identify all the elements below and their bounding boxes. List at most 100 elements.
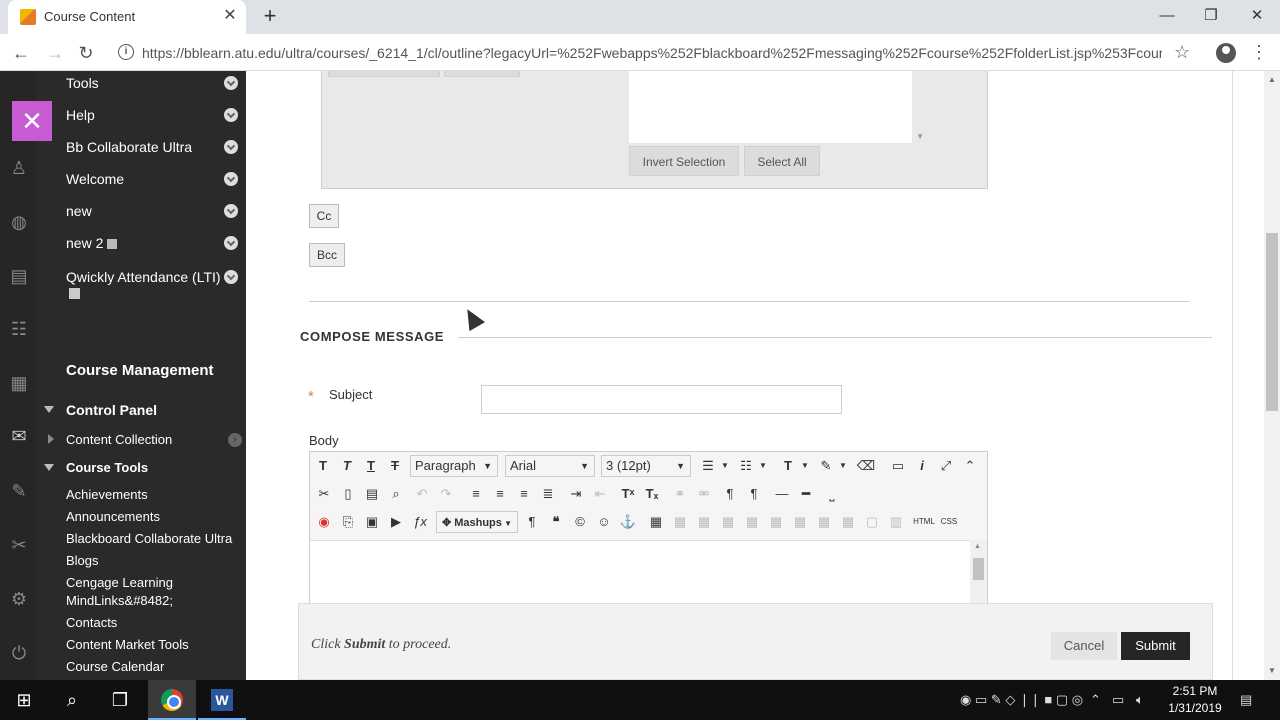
font-size-select[interactable]: 3 (12pt) ▼ [601, 455, 691, 477]
visible-check-icon[interactable] [224, 204, 238, 218]
editor-scroll-thumb[interactable] [973, 558, 984, 580]
bcc-button[interactable]: Bcc [309, 243, 345, 267]
strikethrough-icon[interactable]: T [386, 455, 404, 477]
content-collection-link[interactable]: Content Collection [66, 432, 172, 447]
copyright-icon[interactable]: © [570, 511, 590, 533]
subject-input[interactable] [481, 385, 842, 414]
insert-col-before-icon[interactable]: ▦ [790, 511, 810, 533]
menu-item-new[interactable]: new [66, 203, 92, 219]
profile-avatar-icon[interactable] [1216, 43, 1236, 63]
recording-toolbar-icon[interactable]: ◉ ▭ ✎ ◇ ❘❘ ■ ▢ ◎ [960, 692, 1083, 708]
blockquote-icon[interactable]: ❝ [546, 511, 566, 533]
close-course-icon[interactable]: ✕ [12, 101, 52, 141]
site-info-icon[interactable]: i [118, 44, 134, 60]
editor-scrollbar[interactable]: ▲ [970, 540, 987, 612]
menu-item-qwickly-attendance[interactable]: Qwickly Attendance (LTI) [66, 269, 221, 285]
chevron-down-icon[interactable]: ▼ [720, 455, 730, 477]
page-scroll-thumb[interactable] [1266, 233, 1278, 411]
new-tab-icon[interactable]: + [258, 4, 282, 28]
tool-cengage-mindlinks[interactable]: MindLinks&#8482; [66, 593, 173, 608]
align-left-icon[interactable]: ≡ [466, 483, 486, 505]
tool-achievements[interactable]: Achievements [66, 487, 148, 502]
table-cell-props-icon[interactable]: ▦ [694, 511, 714, 533]
menu-item-welcome[interactable]: Welcome [66, 171, 124, 187]
course-tools-expand-icon[interactable] [44, 464, 54, 471]
chevron-down-icon[interactable]: ▼ [800, 455, 810, 477]
course-tools-heading[interactable]: Course Tools [66, 460, 148, 475]
menu-item-tools[interactable]: Tools [66, 75, 99, 91]
globe-icon[interactable]: ◍ [9, 212, 29, 232]
fullscreen-icon[interactable]: ⤢ [936, 455, 956, 477]
ltr-icon[interactable]: ¶ [720, 483, 740, 505]
visible-check-icon[interactable] [224, 76, 238, 90]
underline-icon[interactable]: T [362, 455, 380, 477]
bullet-list-icon[interactable]: ☰ [698, 455, 718, 477]
align-right-icon[interactable]: ≡ [514, 483, 534, 505]
bookmark-star-icon[interactable]: ☆ [1174, 42, 1190, 63]
menu-item-bb-collaborate-ultra[interactable]: Bb Collaborate Ultra [66, 139, 192, 155]
visible-check-icon[interactable] [224, 236, 238, 250]
info-icon[interactable]: i [912, 455, 932, 477]
paste-icon[interactable]: ▤ [362, 483, 382, 505]
math-formula-icon[interactable]: ƒx [410, 511, 430, 533]
anchor-icon[interactable]: ⚓ [618, 511, 638, 533]
tool-blogs[interactable]: Blogs [66, 553, 99, 568]
rtl-icon[interactable]: ¶ [744, 483, 764, 505]
courses-icon[interactable]: ▤ [9, 266, 29, 286]
content-collection-expand-icon[interactable] [48, 434, 54, 444]
recipient-button-partial[interactable] [328, 71, 440, 77]
menu-item-help[interactable]: Help [66, 107, 95, 123]
insert-col-after-icon[interactable]: ▦ [814, 511, 834, 533]
chrome-taskbar-icon[interactable] [148, 680, 196, 720]
record-icon[interactable]: ◉ [314, 511, 334, 533]
go-arrow-icon[interactable]: › [228, 433, 242, 447]
windows-start-icon[interactable]: ⊞ [12, 688, 36, 712]
notifications-icon[interactable]: ▤ [1240, 692, 1252, 708]
copy-icon[interactable]: ▯ [338, 483, 358, 505]
calendar-icon[interactable]: ▦ [9, 373, 29, 393]
split-cells-icon[interactable]: ▢ [862, 511, 882, 533]
visible-check-icon[interactable] [224, 108, 238, 122]
cut-icon[interactable]: ✂ [314, 483, 334, 505]
text-color-icon[interactable]: T [778, 455, 798, 477]
network-icon[interactable]: ▭ [1112, 692, 1124, 708]
cancel-button[interactable]: Cancel [1051, 632, 1117, 660]
paragraph-mark-icon[interactable]: ¶ [522, 511, 542, 533]
tool-blackboard-collaborate-ultra[interactable]: Blackboard Collaborate Ultra [66, 531, 232, 546]
superscript-icon[interactable]: Tˣ [618, 483, 638, 505]
table-row-props-icon[interactable]: ▦ [670, 511, 690, 533]
insert-image-icon[interactable]: ▣ [362, 511, 382, 533]
clock-time[interactable]: 2:51 PM [1160, 684, 1230, 698]
visible-check-icon[interactable] [224, 172, 238, 186]
tab-close-icon[interactable]: ✕ [220, 6, 240, 26]
list-scroll-down-icon[interactable]: ▼ [916, 132, 924, 141]
page-scrollbar[interactable]: ▲ ▼ [1264, 71, 1280, 680]
browser-tab[interactable]: Course Content ✕ [8, 0, 246, 34]
numbered-list-icon[interactable]: ☷ [736, 455, 756, 477]
highlight-icon[interactable]: ✎ [816, 455, 836, 477]
user-icon[interactable]: ♙ [9, 158, 29, 178]
account-icon[interactable]: ⚙ [9, 589, 29, 609]
eraser-icon[interactable]: ⌫ [856, 455, 876, 477]
chevron-down-icon[interactable]: ▼ [758, 455, 768, 477]
indent-icon[interactable]: ⇥ [566, 483, 586, 505]
messages-icon[interactable]: ✉ [9, 426, 29, 446]
preview-icon[interactable]: ▭ [888, 455, 908, 477]
tool-content-market-tools[interactable]: Content Market Tools [66, 637, 189, 652]
insert-row-before-icon[interactable]: ▦ [718, 511, 738, 533]
recipient-button-partial[interactable] [444, 71, 520, 77]
tool-cengage-learning[interactable]: Cengage Learning [66, 575, 173, 590]
insert-media-icon[interactable]: ▶ [386, 511, 406, 533]
forward-icon[interactable]: → [42, 40, 68, 66]
visible-check-icon[interactable] [224, 140, 238, 154]
browser-menu-icon[interactable]: ⋮ [1250, 41, 1268, 63]
scroll-up-icon[interactable]: ▲ [1268, 75, 1276, 84]
control-panel-expand-icon[interactable] [44, 406, 54, 413]
css-editor-icon[interactable]: CSS [938, 511, 960, 533]
font-family-select[interactable]: Arial ▼ [505, 455, 595, 477]
align-center-icon[interactable]: ≡ [490, 483, 510, 505]
cc-button[interactable]: Cc [309, 204, 339, 228]
visible-check-icon[interactable] [224, 270, 238, 284]
organizations-icon[interactable]: ☷ [9, 319, 29, 339]
invert-selection-button[interactable]: Invert Selection [629, 146, 739, 176]
